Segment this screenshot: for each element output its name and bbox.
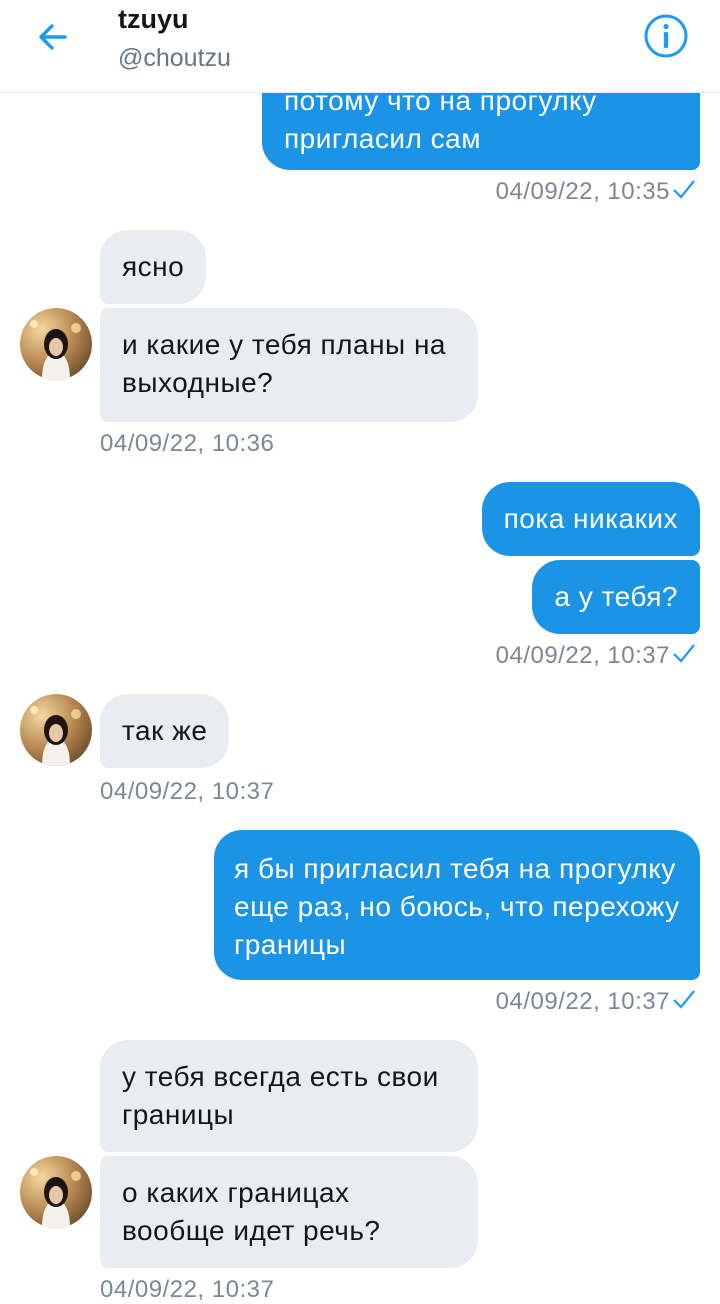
message-text: потому что на прогулку пригласил сам bbox=[284, 85, 597, 154]
outgoing-message[interactable]: пока никаких bbox=[481, 482, 700, 556]
message-text: у тебя всегда есть свои границы bbox=[122, 1061, 439, 1130]
avatar[interactable] bbox=[20, 308, 92, 380]
back-button[interactable] bbox=[28, 14, 78, 64]
conversation-header: tzuyu @choutzu bbox=[0, 0, 720, 93]
message-timestamp: 04/09/22, 10:37 bbox=[100, 1276, 275, 1303]
read-check-icon bbox=[672, 642, 696, 671]
message-text: и какие у тебя планы на выходные? bbox=[122, 329, 446, 398]
dm-conversation: потому что на прогулку пригласил сам 04/… bbox=[0, 0, 720, 1304]
message-text: ясно bbox=[122, 251, 185, 282]
read-check-icon bbox=[672, 988, 696, 1017]
message-timestamp: 04/09/22, 10:35 bbox=[496, 178, 696, 207]
message-timestamp: 04/09/22, 10:37 bbox=[496, 642, 696, 671]
info-button[interactable] bbox=[640, 12, 692, 64]
message-timestamp: 04/09/22, 10:36 bbox=[100, 430, 275, 457]
message-text: о каких границах вообще идет речь? bbox=[122, 1177, 381, 1246]
read-check-icon bbox=[672, 178, 696, 207]
message-timestamp: 04/09/22, 10:37 bbox=[100, 778, 275, 805]
avatar[interactable] bbox=[20, 694, 92, 766]
message-text: а у тебя? bbox=[554, 581, 678, 612]
message-text: пока никаких bbox=[503, 503, 678, 534]
conversation-title[interactable]: tzuyu bbox=[118, 4, 189, 35]
incoming-message[interactable]: так же bbox=[100, 694, 230, 768]
message-timestamp: 04/09/22, 10:37 bbox=[496, 988, 696, 1017]
message-text: так же bbox=[122, 715, 208, 746]
incoming-message[interactable]: и какие у тебя планы на выходные? bbox=[100, 308, 478, 422]
conversation-handle[interactable]: @choutzu bbox=[118, 44, 231, 73]
arrow-left-icon bbox=[35, 19, 71, 60]
avatar[interactable] bbox=[20, 1156, 92, 1228]
message-text: я бы пригласил тебя на прогулку еще раз,… bbox=[234, 853, 680, 960]
incoming-message[interactable]: о каких границах вообще идет речь? bbox=[100, 1156, 478, 1268]
outgoing-message[interactable]: а у тебя? bbox=[532, 560, 700, 634]
incoming-message[interactable]: ясно bbox=[100, 230, 207, 304]
incoming-message[interactable]: у тебя всегда есть свои границы bbox=[100, 1040, 478, 1152]
outgoing-message[interactable]: я бы пригласил тебя на прогулку еще раз,… bbox=[214, 830, 700, 980]
info-icon bbox=[643, 13, 689, 64]
